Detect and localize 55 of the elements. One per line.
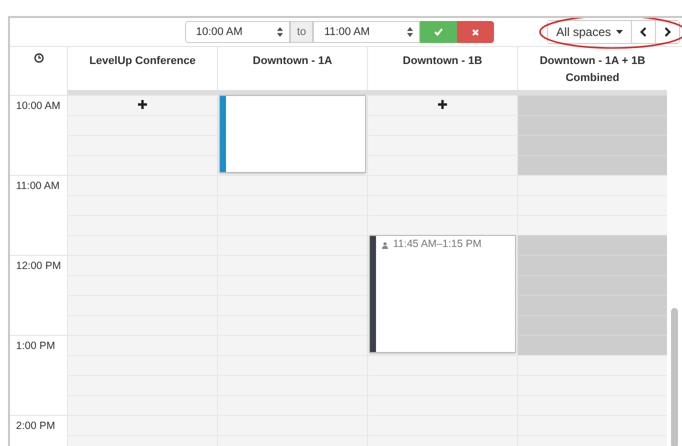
clock-icon: [34, 53, 44, 63]
to-label: to: [290, 21, 314, 43]
time-slot[interactable]: [368, 355, 517, 375]
close-icon: [472, 28, 480, 36]
time-slot[interactable]: [218, 215, 367, 235]
booking-time: 11:45 AM–1:15 PM: [393, 237, 482, 252]
next-button[interactable]: [655, 21, 679, 43]
time-label: 12:00 PM: [16, 260, 61, 272]
check-icon: [434, 28, 444, 36]
time-slot[interactable]: [518, 195, 667, 215]
time-slot[interactable]: [68, 275, 217, 295]
scrollbar-thumb[interactable]: [671, 308, 678, 446]
time-slot[interactable]: [518, 175, 667, 195]
chevron-left-icon: [640, 27, 647, 37]
time-slot[interactable]: [68, 335, 217, 355]
booking-block[interactable]: 11:45 AM–1:15 PM: [369, 235, 516, 353]
caret-icon: [616, 30, 623, 34]
time-slot[interactable]: [518, 395, 667, 415]
time-label: 10:00 AM: [16, 100, 60, 112]
time-slot[interactable]: [68, 375, 217, 395]
column-header: Downtown - 1A + 1B Combined: [538, 54, 646, 86]
time-slot[interactable]: [68, 355, 217, 375]
spinner-icon: [277, 27, 283, 37]
add-icon[interactable]: [138, 100, 147, 109]
time-slot[interactable]: [68, 315, 217, 335]
confirm-button[interactable]: [420, 21, 458, 43]
time-slot[interactable]: [218, 335, 367, 355]
time-slot[interactable]: [68, 255, 217, 275]
end-time-select[interactable]: 11:00 AM: [313, 21, 420, 43]
time-slot[interactable]: [518, 375, 667, 395]
time-slot[interactable]: [68, 295, 217, 315]
column-header: Downtown - 1B: [402, 54, 482, 69]
time-slot[interactable]: [68, 235, 217, 255]
time-slot[interactable]: [368, 215, 517, 235]
time-slot[interactable]: [68, 195, 217, 215]
time-slot[interactable]: [68, 215, 217, 235]
add-icon[interactable]: [438, 100, 447, 109]
column-header: Downtown - 1A: [252, 54, 332, 69]
time-slot[interactable]: [68, 415, 217, 435]
column-header: LevelUp Conference: [89, 54, 196, 69]
time-slot[interactable]: [518, 215, 667, 235]
chevron-right-icon: [664, 27, 671, 37]
time-slot[interactable]: [218, 235, 367, 255]
start-time-select[interactable]: 10:00 AM: [185, 21, 290, 43]
time-label: 1:00 PM: [16, 340, 56, 352]
time-slot[interactable]: [218, 355, 367, 375]
time-slot[interactable]: [518, 355, 667, 375]
booking-block[interactable]: [219, 95, 366, 173]
time-label: 2:00 PM: [16, 420, 56, 432]
time-slot[interactable]: [518, 415, 667, 435]
time-slot[interactable]: [68, 395, 217, 415]
spinner-icon: [407, 27, 414, 37]
person-icon: [382, 242, 388, 248]
time-label: 11:00 AM: [16, 180, 60, 192]
cancel-button[interactable]: [457, 21, 494, 43]
